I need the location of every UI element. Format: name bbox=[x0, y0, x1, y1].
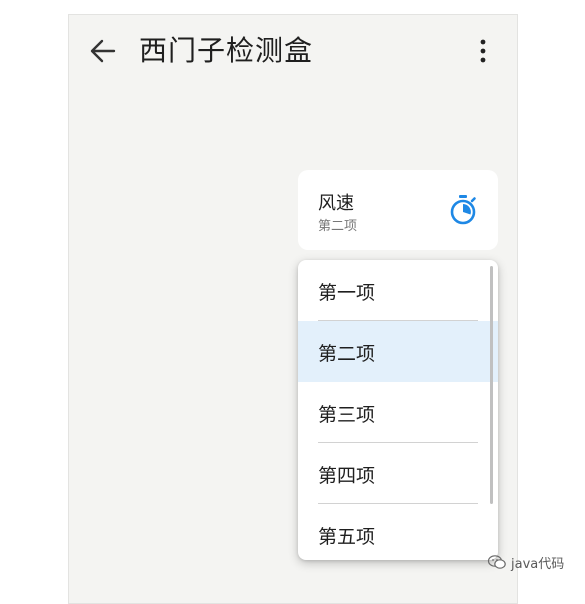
dropdown-option[interactable]: 第四项 bbox=[298, 443, 498, 504]
app-screen: 西门子检测盒 风速 第二项 第一项 第二项 第三项 第四项 第五项 bbox=[68, 14, 518, 604]
options-dropdown-menu: 第一项 第二项 第三项 第四项 第五项 bbox=[298, 260, 498, 560]
option-label: 第四项 bbox=[318, 465, 376, 487]
app-bar: 西门子检测盒 bbox=[69, 15, 517, 87]
option-label: 第一项 bbox=[318, 282, 376, 304]
dropdown-option[interactable]: 第一项 bbox=[298, 260, 498, 321]
field-selected-value: 第二项 bbox=[318, 219, 358, 234]
watermark-text: java代码 bbox=[511, 556, 565, 572]
dropdown-option[interactable]: 第五项 bbox=[298, 504, 498, 560]
arrow-left-icon bbox=[90, 39, 116, 63]
option-label: 第三项 bbox=[318, 404, 376, 426]
dropdown-option-selected[interactable]: 第二项 bbox=[298, 321, 498, 382]
dropdown-option[interactable]: 第三项 bbox=[298, 382, 498, 443]
wind-speed-select-field[interactable]: 风速 第二项 bbox=[298, 170, 498, 250]
more-vertical-icon bbox=[480, 39, 486, 63]
field-label: 风速 bbox=[318, 193, 354, 214]
watermark: java代码 bbox=[487, 552, 564, 572]
back-button[interactable] bbox=[87, 35, 119, 67]
page-title: 西门子检测盒 bbox=[139, 34, 314, 67]
option-label: 第二项 bbox=[318, 343, 376, 365]
more-options-button[interactable] bbox=[471, 37, 495, 67]
option-label: 第五项 bbox=[318, 526, 376, 548]
wechat-icon bbox=[487, 555, 506, 569]
dropdown-scrollbar[interactable] bbox=[490, 266, 493, 504]
stopwatch-icon bbox=[450, 195, 476, 225]
